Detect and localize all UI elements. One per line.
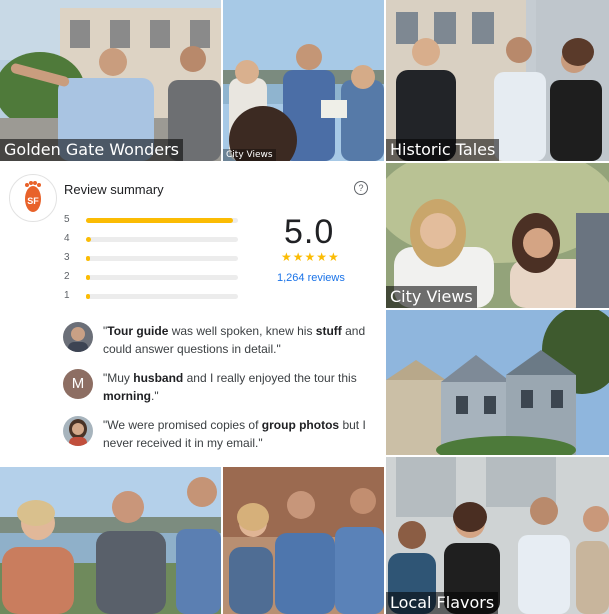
photo-scene (386, 310, 609, 455)
keyword: group photos (261, 418, 340, 432)
rating-fill (86, 218, 233, 223)
caption-local-flavors: Local Flavors (386, 592, 499, 614)
photo-scene (223, 467, 384, 614)
rating-bar-2: 2 (64, 271, 240, 283)
keyword: Tour guide (107, 324, 169, 338)
rating-label: 1 (64, 290, 70, 301)
rating-fill (86, 237, 91, 242)
rating-track (86, 275, 238, 280)
review-summary-card: SF Review summary ? 5 4 3 2 1 5.0 ★★★★★ … (0, 163, 384, 465)
svg-text:SF: SF (27, 196, 39, 206)
rating-label: 5 (64, 214, 70, 225)
text-segment: was well spoken, knew his (168, 324, 316, 338)
average-score: 5.0 (284, 213, 335, 251)
rating-bar-4: 4 (64, 233, 240, 245)
photo-golden-gate-wonders[interactable]: Golden Gate Wonders (0, 0, 221, 161)
keyword: husband (133, 371, 184, 385)
photo-scene (386, 0, 609, 161)
rating-track (86, 218, 238, 223)
keyword: stuff (315, 324, 342, 338)
avatar-photo-icon (63, 322, 93, 352)
photo-scene (0, 0, 221, 161)
photo-scene (386, 457, 609, 614)
rating-track (86, 294, 238, 299)
rating-bar-1: 1 (64, 290, 240, 302)
footprint-logo-icon: SF (25, 181, 41, 212)
caption-golden-gate-wonders: Golden Gate Wonders (0, 139, 183, 161)
caption-city-views: City Views (386, 286, 477, 308)
caption-historic-tales: Historic Tales (386, 139, 500, 161)
photo-scene (0, 467, 221, 614)
rating-fill (86, 256, 90, 261)
rating-label: 4 (64, 233, 70, 244)
text-segment: ." (151, 389, 159, 403)
reviewer-avatar: M (63, 369, 93, 399)
review-text: "Muy husband and I really enjoyed the to… (103, 369, 379, 405)
photo-group-waterfront[interactable] (0, 467, 221, 614)
photo-scene (223, 0, 384, 161)
caption-city-views-small: City Views (223, 149, 276, 161)
review-text: "We were promised copies of group photos… (103, 416, 379, 452)
help-circle-icon[interactable]: ? (354, 181, 368, 195)
rating-fill (86, 294, 90, 299)
text-segment: "Muy (103, 371, 134, 385)
reviewer-avatar (63, 416, 93, 446)
review-text: "Tour guide was well spoken, knew his st… (103, 322, 379, 358)
text-segment: "We were promised copies of (103, 418, 262, 432)
photo-group-tour[interactable] (223, 467, 384, 614)
rating-bar-3: 3 (64, 252, 240, 264)
rating-bar-5: 5 (64, 214, 240, 226)
text-segment: and I really enjoyed the tour this (183, 371, 357, 385)
rating-fill (86, 275, 90, 280)
star-rating-icon: ★★★★★ (281, 250, 340, 264)
rating-track (86, 256, 238, 261)
photo-city-views[interactable]: City Views (386, 163, 609, 308)
photo-local-flavors[interactable]: Local Flavors (386, 457, 609, 614)
tour-logo: SF (9, 174, 57, 222)
keyword: morning (103, 389, 151, 403)
avatar-photo-icon (63, 416, 93, 446)
photo-city-views-small[interactable]: City Views (223, 0, 384, 161)
photo-historic-tales[interactable]: Historic Tales (386, 0, 609, 161)
review-summary-title: Review summary (64, 182, 164, 197)
photo-painted-ladies[interactable] (386, 310, 609, 455)
reviewer-avatar (63, 322, 93, 352)
rating-label: 3 (64, 252, 70, 263)
rating-track (86, 237, 238, 242)
rating-label: 2 (64, 271, 70, 282)
reviews-count-link[interactable]: 1,264 reviews (277, 272, 345, 284)
